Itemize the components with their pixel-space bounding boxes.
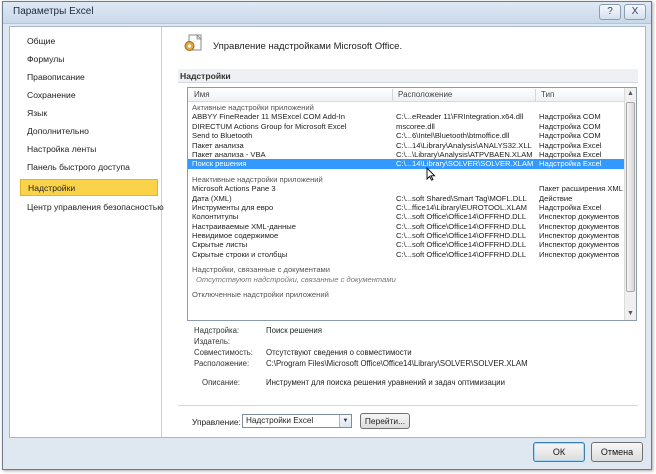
- divider: [178, 405, 638, 406]
- column-type[interactable]: Тип: [541, 90, 554, 99]
- dialog-body: Общие Формулы Правописание Сохранение Яз…: [9, 26, 646, 438]
- section-bar: [178, 69, 638, 83]
- section-title: Надстройки: [180, 71, 231, 81]
- addins-panel: Управление надстройками Microsoft Office…: [170, 27, 646, 437]
- table-row[interactable]: Дата (XML) C:\...soft Shared\Smart Tag\MO…: [188, 194, 625, 203]
- nav-item-save[interactable]: Сохранение: [20, 87, 158, 104]
- detail-row: Описание: Инструмент для поиска решения …: [190, 377, 630, 388]
- column-divider: [535, 89, 536, 101]
- nav-item-general[interactable]: Общие: [20, 33, 158, 50]
- help-button[interactable]: ?: [599, 4, 621, 20]
- options-nav: Общие Формулы Правописание Сохранение Яз…: [10, 27, 164, 437]
- addins-list[interactable]: Имя Расположение Тип Активные надстройки…: [187, 87, 637, 321]
- detail-row: Совместимость: Отсутствуют сведения о со…: [190, 347, 630, 358]
- description-value: Инструмент для поиска решения уравнений …: [266, 378, 505, 387]
- nav-item-proofing[interactable]: Правописание: [20, 69, 158, 86]
- table-row[interactable]: ABBYY FineReader 11 MSExcel COM Add-In C:…: [188, 112, 625, 121]
- panel-title: Управление надстройками Microsoft Office…: [213, 41, 403, 52]
- list-scrollbar[interactable]: ▲ ▼: [624, 88, 636, 320]
- go-button[interactable]: Перейти...: [360, 413, 410, 429]
- addin-label: Надстройка:: [194, 326, 240, 335]
- table-row[interactable]: Невидимое содержимое C:\...soft Office\Of…: [188, 231, 625, 240]
- list-rows: Активные надстройки приложений ABBYY Fin…: [188, 103, 625, 299]
- publisher-label: Издатель:: [194, 337, 231, 346]
- nav-item-advanced[interactable]: Дополнительно: [20, 123, 158, 140]
- table-row[interactable]: Настраиваемые XML-данные C:\...soft Offic…: [188, 222, 625, 231]
- column-divider: [392, 89, 393, 101]
- group-header-inactive: Неактивные надстройки приложений: [192, 174, 323, 184]
- scroll-thumb[interactable]: [626, 102, 635, 292]
- table-row[interactable]: Пакет анализа C:\...14\Library\Analysis\A…: [188, 141, 625, 150]
- table-row[interactable]: Скрытые листы C:\...soft Office\Office14\…: [188, 240, 625, 249]
- table-row-selected[interactable]: Поиск решения C:\...14\Library\SOLVER\SOL…: [188, 159, 625, 169]
- detail-row: Надстройка: Поиск решения: [190, 325, 630, 336]
- column-location[interactable]: Расположение: [398, 90, 452, 99]
- compatibility-value: Отсутствуют сведения о совместимости: [266, 348, 412, 357]
- table-row[interactable]: Инструменты для евро C:\...ffice14\Librar…: [188, 203, 625, 212]
- nav-item-trust-center[interactable]: Центр управления безопасностью: [20, 199, 164, 216]
- manage-label: Управление:: [192, 417, 241, 427]
- column-name[interactable]: Имя: [194, 90, 210, 99]
- manage-row: Управление: Надстройки Excel ▼ Перейти..…: [190, 413, 630, 431]
- detail-row: Расположение: C:\Program Files\Microsoft…: [190, 358, 630, 369]
- table-row[interactable]: Send to Bluetooth C:\...6\Intel\Bluetooth…: [188, 131, 625, 140]
- nav-item-customize-ribbon[interactable]: Настройка ленты: [20, 141, 158, 158]
- table-row[interactable]: Пакет анализа - VBA C:\...\Library\Analys…: [188, 150, 625, 159]
- chevron-down-icon[interactable]: ▼: [339, 415, 351, 427]
- table-row[interactable]: DIRECTUM Actions Group for Microsoft Exc…: [188, 122, 625, 131]
- ok-button[interactable]: ОК: [533, 442, 585, 462]
- group-header-active: Активные надстройки приложений: [192, 103, 314, 112]
- addin-details: Надстройка: Поиск решения Издатель: Совм…: [190, 325, 630, 388]
- detail-gap: [190, 369, 630, 377]
- table-row[interactable]: Колонтитулы C:\...soft Office\Office14\OF…: [188, 212, 625, 221]
- addins-gear-icon: [184, 34, 202, 51]
- group-header-disabled: Отключенные надстройки приложений: [192, 290, 329, 300]
- nav-item-quick-access-toolbar[interactable]: Панель быстрого доступа: [20, 159, 158, 176]
- addin-value: Поиск решения: [266, 326, 322, 335]
- cancel-button[interactable]: Отмена: [591, 442, 643, 462]
- nav-item-language[interactable]: Язык: [20, 105, 158, 122]
- location-value: C:\Program Files\Microsoft Office\Office…: [266, 359, 528, 368]
- table-row[interactable]: Скрытые строки и столбцы C:\...soft Offic…: [188, 250, 625, 259]
- window-title: Параметры Excel: [13, 6, 94, 17]
- manage-select-value: Надстройки Excel: [246, 416, 314, 425]
- title-bar: Параметры Excel ? X: [3, 2, 651, 24]
- nav-item-formulas[interactable]: Формулы: [20, 51, 158, 68]
- scroll-down-icon[interactable]: ▼: [625, 308, 636, 320]
- table-row[interactable]: Microsoft Actions Pane 3 Пакет расширения…: [188, 184, 625, 193]
- description-label: Описание:: [202, 378, 241, 387]
- excel-options-dialog: Параметры Excel ? X Общие Формулы Правоп…: [2, 1, 652, 470]
- detail-row: Издатель:: [190, 336, 630, 347]
- close-button[interactable]: X: [624, 4, 646, 20]
- empty-group-note: Отсутствуют надстройки, связанные с доку…: [196, 274, 396, 284]
- location-label: Расположение:: [194, 359, 250, 368]
- compatibility-label: Совместимость:: [194, 348, 253, 357]
- manage-select[interactable]: Надстройки Excel ▼: [242, 414, 352, 428]
- nav-item-addins[interactable]: Надстройки: [20, 179, 158, 196]
- group-header-document: Надстройки, связанные с документами: [192, 265, 331, 275]
- mouse-pointer-icon: [426, 167, 436, 181]
- scroll-up-icon[interactable]: ▲: [625, 88, 636, 100]
- column-header: Имя Расположение Тип: [188, 88, 625, 102]
